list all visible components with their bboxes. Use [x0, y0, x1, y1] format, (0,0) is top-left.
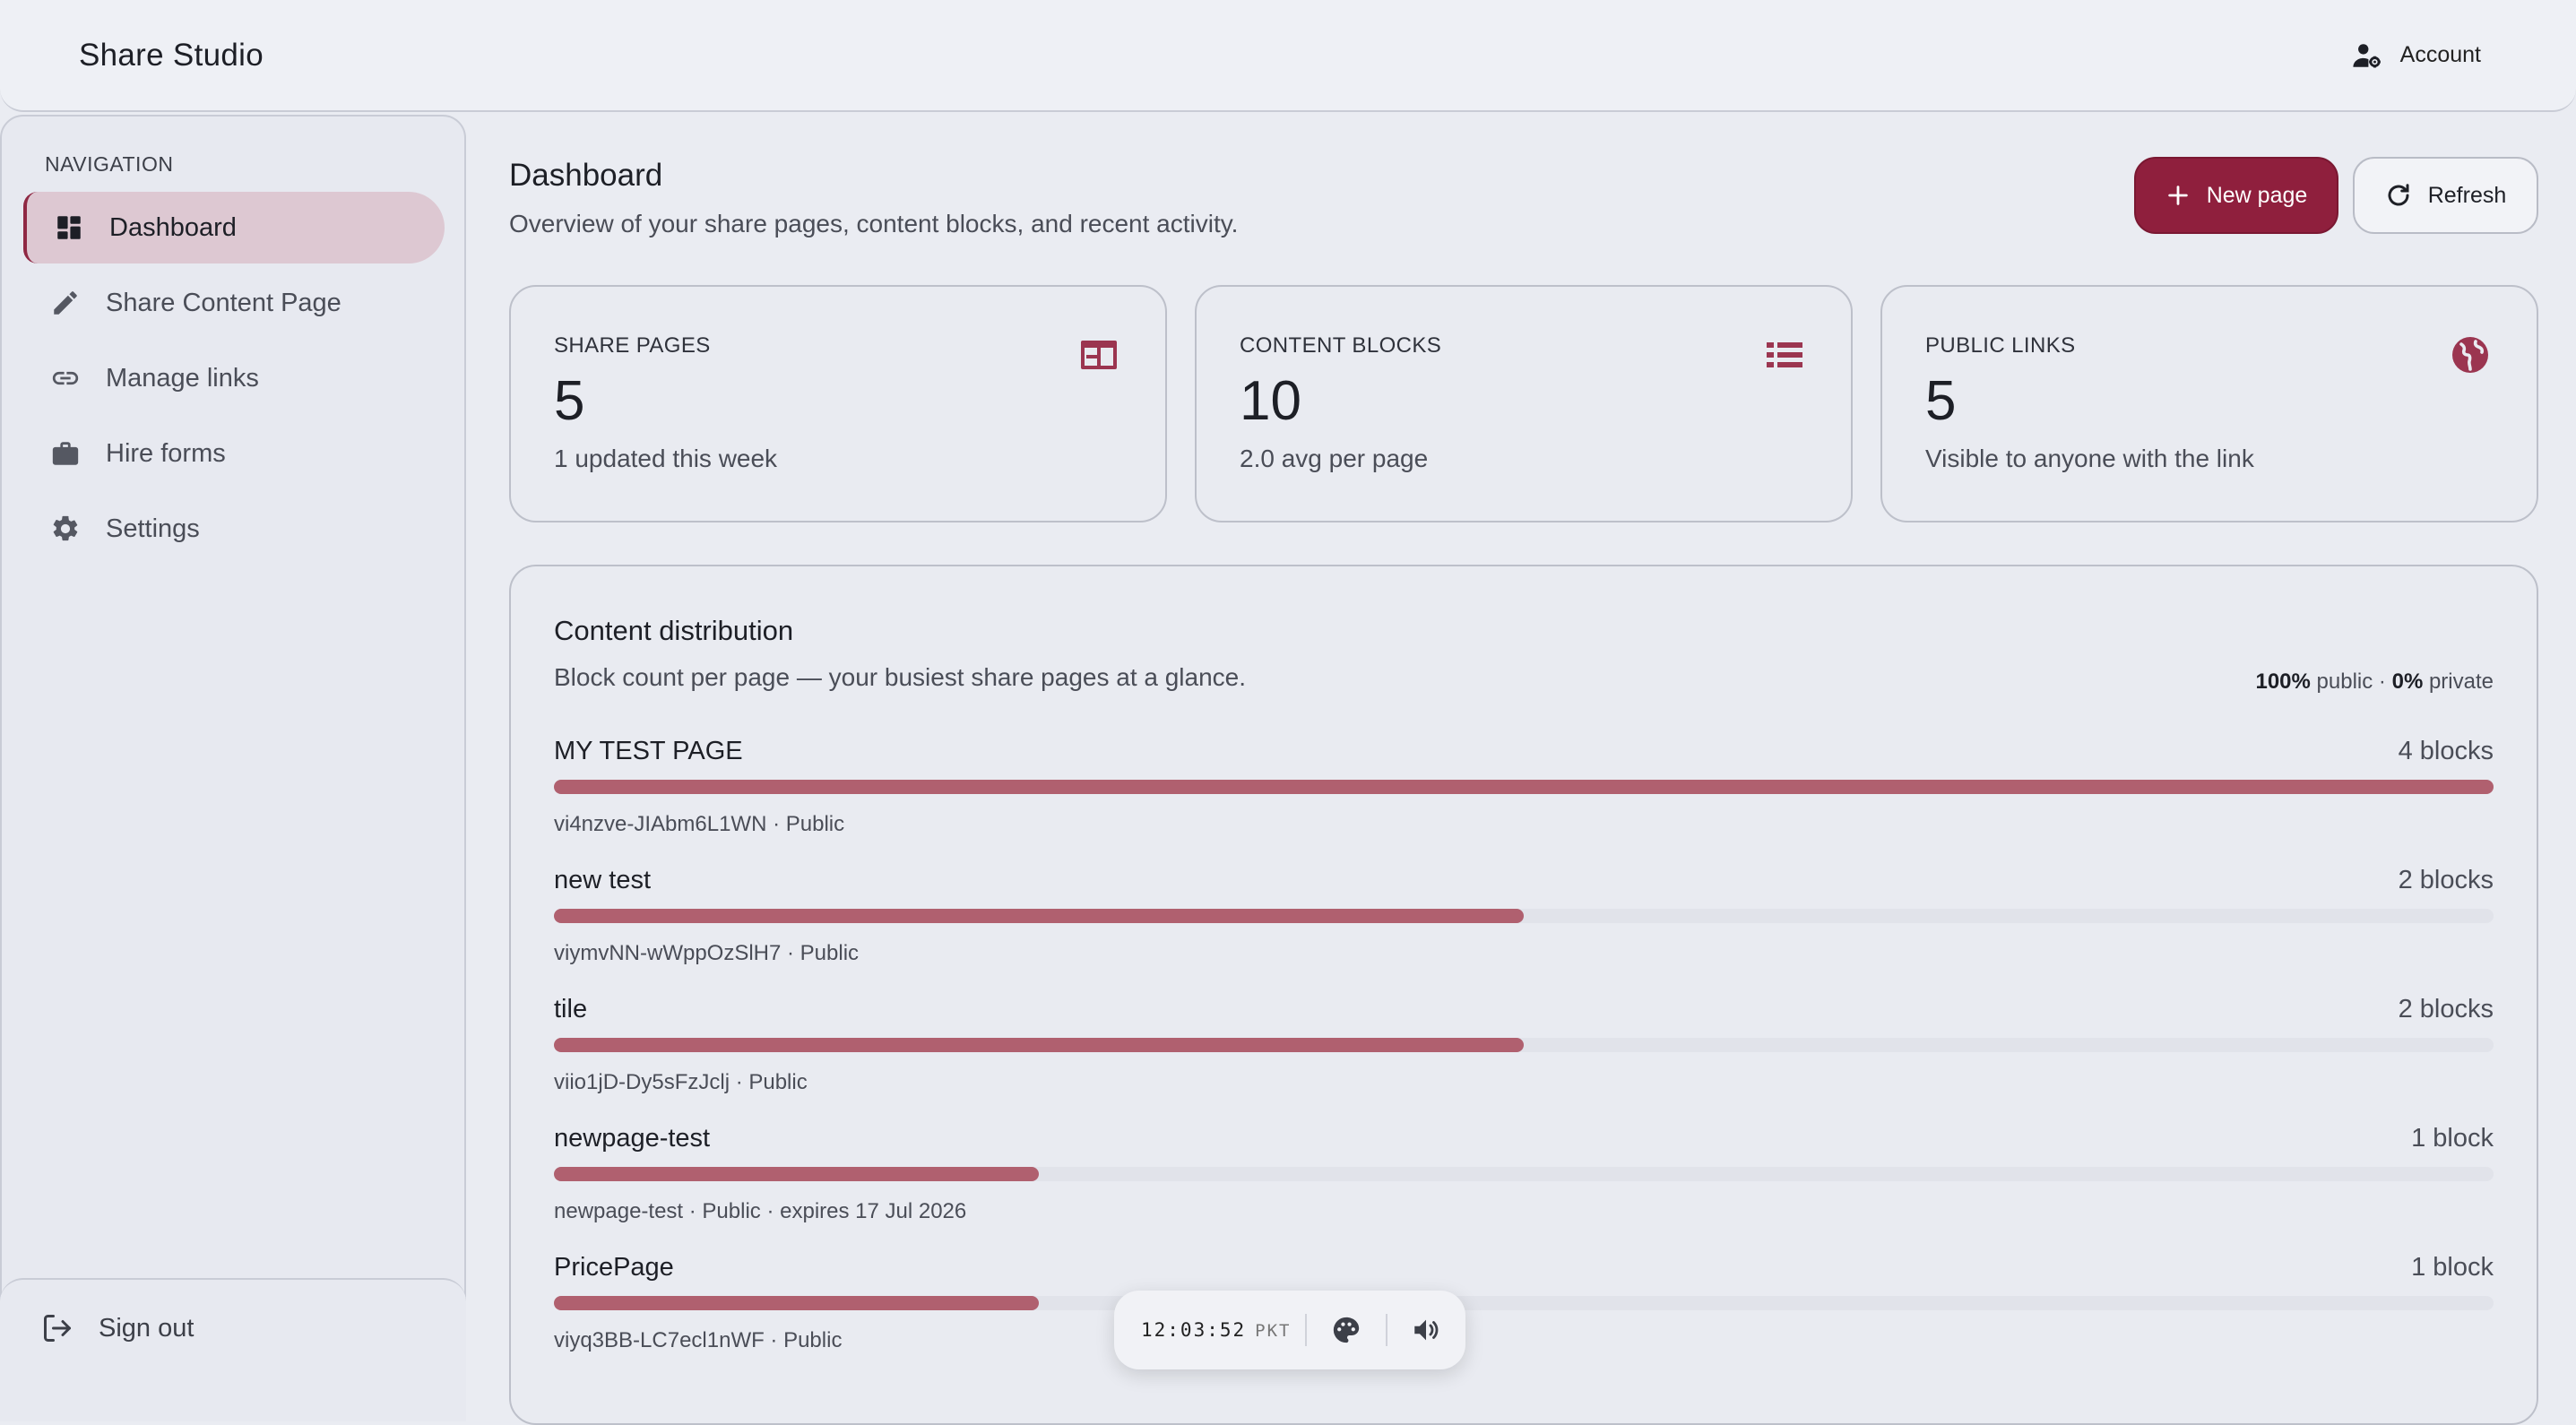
- ratio-separator: ·: [2378, 669, 2386, 694]
- distribution-row[interactable]: MY TEST PAGE 4 blocks vi4nzve-JIAbm6L1WN ·…: [554, 737, 2494, 853]
- row-block-count: 4 blocks: [2398, 737, 2494, 765]
- new-page-label: New page: [2206, 182, 2308, 208]
- nav-section-title: NAVIGATION: [45, 152, 174, 176]
- private-word: private: [2428, 669, 2494, 694]
- row-page-name: PricePage: [554, 1253, 674, 1282]
- public-word: public: [2316, 669, 2373, 694]
- row-page-name: newpage-test: [554, 1124, 711, 1153]
- row-bar-fill: [554, 1296, 1039, 1310]
- stat-card-share-pages: SHARE PAGES 5 1 updated this week: [509, 285, 1167, 522]
- stat-note: Visible to anyone with the link: [1925, 445, 2254, 472]
- sidebar-item-label: Hire forms: [106, 438, 226, 468]
- distribution-row[interactable]: PricePage 1 block viyq3BB-LC7ecl1nWF · Pub…: [554, 1253, 2494, 1369]
- distribution-row[interactable]: tile 2 blocks viio1jD-Dy5sFzJclj · Public: [554, 995, 2494, 1111]
- clock-toolbar: 12:03:52 PKT: [1114, 1291, 1465, 1369]
- clock-time: 12:03:52: [1141, 1319, 1247, 1341]
- pencil-icon: [54, 291, 77, 315]
- row-block-count: 2 blocks: [2398, 995, 2494, 1023]
- row-page-name: tile: [554, 995, 588, 1023]
- volume-icon: [1414, 1319, 1439, 1341]
- plus-icon: [2167, 186, 2188, 205]
- row-bar-fill: [554, 1038, 1524, 1052]
- link-icon: [52, 371, 79, 385]
- stat-card-content-blocks: CONTENT BLOCKS 10 2.0 avg per page: [1195, 285, 1853, 522]
- row-meta: vi4nzve-JIAbm6L1WN · Public: [554, 812, 845, 836]
- row-block-count: 1 block: [2411, 1253, 2494, 1282]
- palette-icon: [1333, 1317, 1360, 1343]
- sidebar-item-dashboard[interactable]: Dashboard: [23, 192, 445, 263]
- sound-button[interactable]: [1387, 1315, 1465, 1345]
- stat-note: 1 updated this week: [554, 445, 778, 472]
- row-bar-fill: [554, 1167, 1039, 1181]
- sidebar-item-manage-links[interactable]: Manage links: [23, 342, 445, 414]
- row-page-name: new test: [554, 866, 651, 894]
- row-bar-track: [554, 1167, 2494, 1181]
- sidebar-item-label: Share Content Page: [106, 288, 341, 317]
- theme-button[interactable]: [1307, 1315, 1385, 1345]
- row-bar-track: [554, 1038, 2494, 1052]
- row-bar-track: [554, 1296, 2494, 1310]
- signout-button[interactable]: Sign out: [41, 1312, 194, 1344]
- stat-label: CONTENT BLOCKS: [1240, 333, 1442, 358]
- row-block-count: 1 block: [2411, 1124, 2494, 1153]
- globe-icon: [2452, 337, 2488, 373]
- distribution-subtitle: Block count per page — your busiest shar…: [554, 663, 1247, 691]
- refresh-button[interactable]: Refresh: [2353, 157, 2538, 234]
- sidebar-item-label: Manage links: [106, 363, 259, 393]
- public-percent: 100%: [2255, 669, 2311, 694]
- brand-title: Share Studio: [79, 37, 264, 73]
- stat-value: 5: [1925, 370, 1957, 432]
- list-icon: [1767, 342, 1802, 367]
- sidebar-item-label: Dashboard: [109, 212, 237, 242]
- row-meta: viio1jD-Dy5sFzJclj · Public: [554, 1070, 808, 1094]
- row-bar-fill: [554, 780, 2494, 794]
- dashboard-icon: [57, 216, 81, 239]
- sidebar-item-settings[interactable]: Settings: [23, 493, 445, 565]
- row-bar-fill: [554, 909, 1524, 923]
- sidebar-item-share-content-page[interactable]: Share Content Page: [23, 267, 445, 339]
- stat-card-public-links: PUBLIC LINKS 5 Visible to anyone with th…: [1880, 285, 2538, 522]
- gear-icon: [53, 515, 78, 541]
- stat-label: PUBLIC LINKS: [1925, 333, 2076, 358]
- row-meta: viymvNN-wWppOzSlH7 · Public: [554, 941, 860, 965]
- top-bar: Share Studio Account: [0, 0, 2576, 112]
- clock-timezone: PKT: [1255, 1321, 1292, 1341]
- refresh-label: Refresh: [2427, 182, 2507, 208]
- row-meta: viyq3BB-LC7ecl1nWF · Public: [554, 1328, 843, 1352]
- stat-note: 2.0 avg per page: [1240, 445, 1429, 472]
- row-meta: newpage-test · Public · expires 17 Jul 2…: [554, 1199, 967, 1223]
- row-page-name: MY TEST PAGE: [554, 737, 743, 765]
- stat-label: SHARE PAGES: [554, 333, 711, 358]
- sidebar-item-hire-forms[interactable]: Hire forms: [23, 418, 445, 489]
- sidebar-item-label: Settings: [106, 514, 200, 543]
- public-private-ratio: 100% public · 0% private: [2255, 669, 2494, 695]
- row-block-count: 2 blocks: [2398, 866, 2494, 894]
- web-page-icon: [1081, 341, 1117, 369]
- account-button[interactable]: Account: [2352, 40, 2481, 71]
- private-percent: 0%: [2391, 669, 2424, 694]
- page-subtitle: Overview of your share pages, content bl…: [509, 210, 1239, 238]
- new-page-button[interactable]: New page: [2134, 157, 2338, 234]
- stat-value: 10: [1240, 370, 1301, 432]
- distribution-row[interactable]: new test 2 blocks viymvNN-wWppOzSlH7 · Pub…: [554, 866, 2494, 982]
- signout-section: Sign out: [0, 1278, 466, 1421]
- content-distribution-card: Content distribution Block count per pag…: [509, 565, 2538, 1425]
- sidebar: NAVIGATION Dashboard Share Content Page …: [0, 115, 466, 1421]
- row-bar-track: [554, 780, 2494, 794]
- briefcase-icon: [52, 442, 79, 465]
- signout-label: Sign out: [99, 1313, 194, 1343]
- refresh-icon: [2388, 184, 2409, 206]
- clock-readout: 12:03:52 PKT: [1114, 1319, 1305, 1341]
- logout-icon: [44, 1315, 71, 1342]
- row-bar-track: [554, 909, 2494, 923]
- page-title: Dashboard: [509, 158, 663, 193]
- distribution-title: Content distribution: [554, 615, 794, 646]
- stat-value: 5: [554, 370, 585, 432]
- account-label: Account: [2399, 42, 2481, 67]
- user-gear-icon: [2353, 43, 2381, 67]
- distribution-row[interactable]: newpage-test 1 block newpage-test · Public…: [554, 1124, 2494, 1240]
